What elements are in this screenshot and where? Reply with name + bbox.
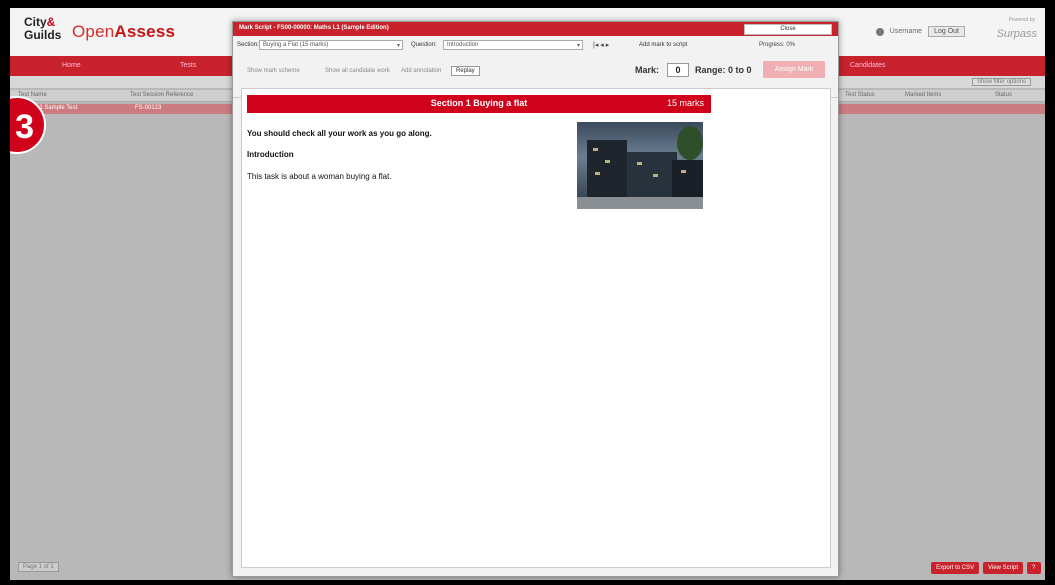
user-name: Username	[889, 28, 923, 35]
filter-options-button[interactable]: Show filter options	[971, 78, 1031, 86]
section-title: Section 1 Buying a flat	[430, 98, 528, 108]
mark-scheme-button[interactable]: Show mark scheme	[247, 68, 300, 74]
section-label: Section:	[237, 42, 259, 48]
close-button[interactable]: Close	[744, 24, 832, 35]
footer-buttons: Export to CSV View Script ?	[931, 562, 1041, 574]
export-csv-button[interactable]: Export to CSV	[931, 562, 980, 574]
section-select[interactable]: Buying a Flat (15 marks) ▾	[259, 40, 403, 50]
col-session-ref[interactable]: Test Session Reference	[130, 92, 193, 98]
logout-button[interactable]: Log Out	[928, 26, 965, 37]
progress-label: Progress: 0%	[759, 42, 796, 48]
mark-label: Mark:	[635, 65, 660, 75]
surpass-logo: Surpass	[996, 28, 1037, 40]
chevron-down-icon: ▾	[396, 43, 400, 49]
question-content: Section 1 Buying a flat 15 marks You sho…	[241, 88, 831, 568]
help-button[interactable]: ?	[1027, 562, 1041, 574]
all-work-button[interactable]: Show all candidate work	[325, 68, 390, 74]
mark-input[interactable]: 0	[667, 63, 689, 77]
col-marked-items[interactable]: Marked Items	[905, 92, 941, 98]
add-mark-button[interactable]: Add mark to script	[639, 42, 687, 48]
section-marks: 15 marks	[666, 98, 704, 108]
nav-item-candidates[interactable]: Candidates	[850, 62, 885, 69]
row-ref: FS-00123	[135, 105, 162, 111]
question-select-value: Introduction	[447, 42, 479, 48]
user-area: Username Log Out	[875, 26, 965, 37]
section-select-value: Buying a Flat (15 marks)	[263, 42, 329, 48]
question-label: Question:	[411, 42, 437, 48]
annotation-button[interactable]: Add annotation	[401, 68, 441, 74]
city-guilds-logo: City& Guilds	[24, 15, 62, 42]
question-nav-arrows[interactable]: |◂ ◂ ▸	[593, 41, 609, 49]
user-icon	[875, 27, 884, 36]
pager[interactable]: Page 1 of 1	[18, 562, 59, 572]
mark-script-dialog: Mark Script - FS00-00000: Maths L1 (Samp…	[232, 21, 839, 577]
powered-by-label: Powered by	[1008, 17, 1035, 23]
intro-heading: Introduction	[247, 150, 294, 159]
view-script-button[interactable]: View Script	[983, 562, 1023, 574]
nav-item-home[interactable]: Home	[62, 62, 81, 69]
chevron-down-icon: ▾	[576, 43, 580, 49]
replay-button[interactable]: Replay	[451, 66, 480, 76]
nav-item-tests[interactable]: Tests	[180, 62, 196, 69]
question-select[interactable]: Introduction ▾	[443, 40, 583, 50]
section-header: Section 1 Buying a flat 15 marks	[247, 95, 711, 113]
openassess-logo: OpenAssess	[72, 22, 176, 41]
intro-text: This task is about a woman buying a flat…	[247, 172, 392, 181]
range-label: Range: 0 to 0	[695, 65, 752, 75]
col-status[interactable]: Test Status	[845, 92, 875, 98]
instruction-text: You should check all your work as you go…	[247, 129, 432, 138]
flat-building-image	[577, 122, 703, 209]
assign-mark-button[interactable]: Assign Mark	[763, 61, 825, 78]
col-row-status[interactable]: Status	[995, 92, 1012, 98]
